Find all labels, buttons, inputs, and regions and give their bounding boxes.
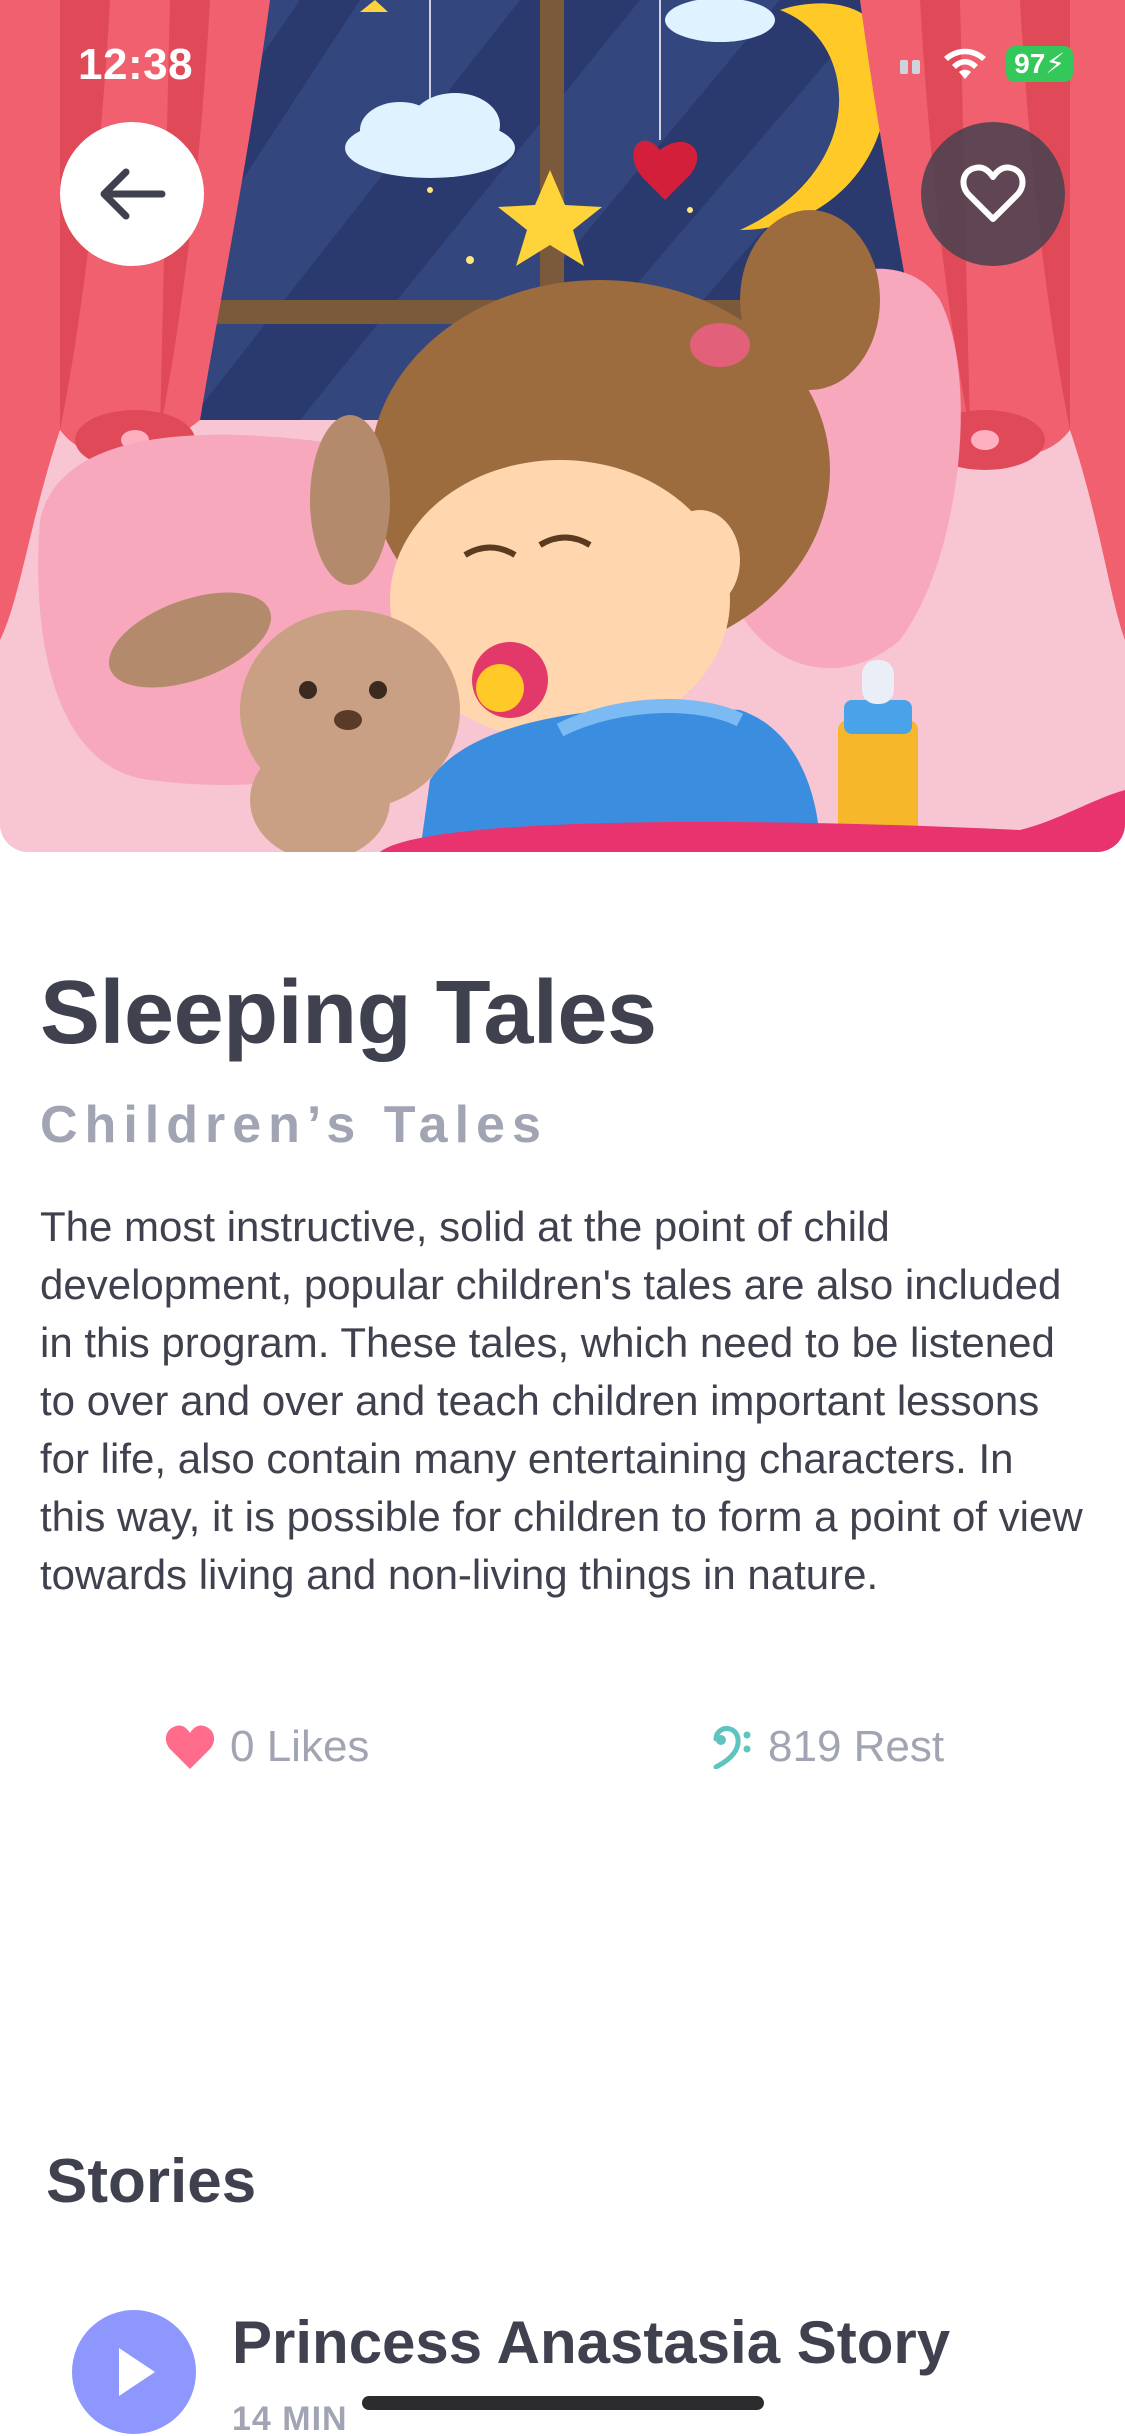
play-button[interactable] <box>72 2310 196 2434</box>
page-title: Sleeping Tales <box>40 963 657 1063</box>
heart-filled-icon <box>165 1725 215 1769</box>
arrow-left-icon <box>100 168 166 220</box>
stories-heading: Stories <box>46 2147 257 2216</box>
battery-indicator: 97⚡ <box>1006 46 1073 82</box>
favorite-button[interactable] <box>921 122 1065 266</box>
back-button[interactable] <box>60 122 204 266</box>
likes-count: 0 Likes <box>230 1722 370 1771</box>
bass-clef-icon <box>713 1726 751 1769</box>
battery-level: 97 <box>1014 48 1046 79</box>
hero-image <box>0 0 1125 852</box>
story-list-item[interactable]: Princess Anastasia Story 14 MIN <box>72 2308 1072 2436</box>
play-icon <box>119 2348 155 2396</box>
rest-stat: 819 Rest <box>712 1722 944 1772</box>
rest-count: 819 Rest <box>768 1722 945 1771</box>
story-title: Princess Anastasia Story <box>232 2309 951 2376</box>
sleeping-child-illustration <box>0 0 1125 852</box>
signal-icon <box>900 60 921 74</box>
home-indicator[interactable] <box>362 2396 764 2410</box>
category-subtitle: Children’s Tales <box>40 1096 548 1154</box>
likes-stat: 0 Likes <box>164 1722 369 1772</box>
description-text: The most instructive, solid at the point… <box>40 1203 1083 1598</box>
status-icons: 97⚡ <box>900 46 1073 82</box>
wifi-icon <box>944 48 987 79</box>
heart-outline-icon <box>960 164 1026 222</box>
story-duration: 14 MIN <box>232 2400 348 2436</box>
status-time: 12:38 <box>78 40 194 89</box>
charging-icon: ⚡ <box>1045 48 1065 79</box>
